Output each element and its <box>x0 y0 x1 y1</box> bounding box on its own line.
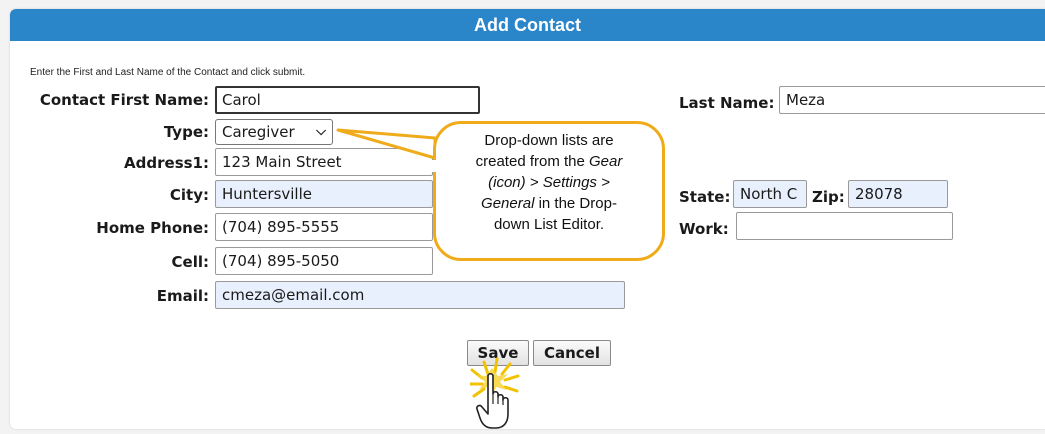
last-name-input[interactable]: Meza <box>779 86 1045 114</box>
callout-line-1: Drop-down lists are <box>484 132 614 149</box>
first-name-label: Contact First Name: <box>39 91 209 109</box>
chevron-down-icon: ⌵ <box>316 124 326 139</box>
callout-line-4: General in the Drop- <box>481 195 617 212</box>
city-input[interactable]: Huntersville <box>215 180 433 208</box>
page-title: Add Contact <box>10 9 1045 41</box>
cancel-button[interactable]: Cancel <box>533 340 611 366</box>
last-name-label: Last Name: <box>679 94 775 112</box>
zip-input[interactable]: 28078 <box>848 180 948 208</box>
state-label: State: <box>679 188 731 206</box>
first-name-input[interactable]: Carol <box>215 86 480 114</box>
cell-label: Cell: <box>171 253 209 271</box>
state-input[interactable]: North C <box>733 180 807 208</box>
instruction-text: Enter the First and Last Name of the Con… <box>30 67 306 78</box>
work-input[interactable] <box>736 212 953 240</box>
home-phone-label: Home Phone: <box>96 219 209 237</box>
zip-label: Zip: <box>812 188 845 206</box>
type-label: Type: <box>163 123 209 141</box>
callout-line-3: (icon) > Settings > <box>488 174 610 191</box>
dropdown-help-callout: Drop-down lists are created from the Gea… <box>433 121 665 261</box>
cell-input[interactable]: (704) 895-5050 <box>215 247 433 275</box>
callout-arrow-join <box>431 160 441 172</box>
callout-line-5: down List Editor. <box>493 216 605 233</box>
home-phone-input[interactable]: (704) 895-5555 <box>215 213 433 241</box>
email-input[interactable]: cmeza@email.com <box>215 281 625 309</box>
type-select[interactable]: Caregiver ⌵ <box>215 119 333 145</box>
callout-line-2: created from the Gear <box>475 153 623 170</box>
work-label: Work: <box>679 220 729 238</box>
city-label: City: <box>169 186 209 204</box>
email-label: Email: <box>156 287 209 305</box>
address1-label: Address1: <box>124 154 209 172</box>
type-select-value: Caregiver <box>222 123 295 141</box>
pointer-hand-icon <box>476 372 509 429</box>
callout-arrow <box>336 128 437 160</box>
